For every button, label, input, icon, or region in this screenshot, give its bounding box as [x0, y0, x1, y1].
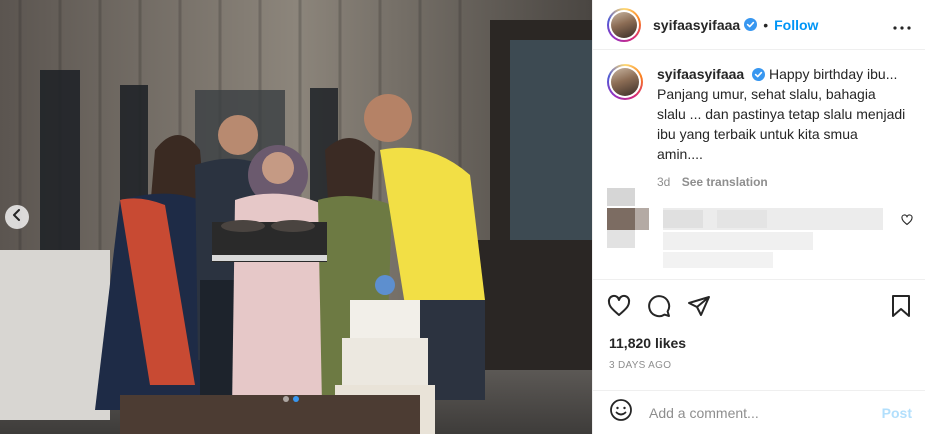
more-options-icon[interactable]: [893, 14, 911, 35]
heart-icon[interactable]: [607, 294, 631, 318]
author-username[interactable]: syifaasyifaaa: [653, 17, 740, 33]
follow-button[interactable]: Follow: [774, 17, 818, 33]
bookmark-icon[interactable]: [890, 294, 912, 318]
verified-badge-icon: [744, 18, 758, 31]
post-photo[interactable]: [0, 0, 592, 434]
likes-count[interactable]: 11,820 likes: [609, 335, 686, 351]
comment-input[interactable]: [649, 404, 882, 421]
emoji-icon[interactable]: [609, 398, 633, 427]
post-time[interactable]: 3 DAYS AGO: [609, 360, 671, 371]
carousel-dot: [283, 396, 289, 402]
post-header: syifaasyifaaa • Follow: [593, 0, 925, 50]
action-bar: [593, 279, 925, 331]
verified-badge-icon: [752, 68, 766, 81]
post-container: syifaasyifaaa • Follow syifaasyifaaa Hap…: [0, 0, 925, 434]
post-comment-button[interactable]: Post: [882, 405, 912, 421]
blurred-comment: [607, 188, 883, 268]
post-side-panel: syifaasyifaaa • Follow syifaasyifaaa Hap…: [592, 0, 925, 434]
comment-bar: Post: [593, 390, 925, 434]
photo-image: [0, 0, 592, 434]
carousel-prev-button[interactable]: [5, 205, 29, 229]
carousel-dot-active: [293, 396, 299, 402]
caption-age: 3d: [657, 175, 671, 189]
comment-icon[interactable]: [647, 294, 671, 318]
caption-avatar[interactable]: [607, 64, 643, 100]
author-avatar[interactable]: [607, 7, 641, 42]
share-icon[interactable]: [687, 294, 711, 318]
post-caption: syifaasyifaaa Happy birthday ibu... Panj…: [593, 50, 925, 192]
comment-like-icon[interactable]: [901, 213, 913, 231]
separator-dot: •: [763, 16, 769, 33]
see-translation-link[interactable]: See translation: [682, 175, 768, 189]
chevron-left-icon: [12, 208, 22, 226]
carousel-indicator: [283, 396, 299, 402]
caption-username[interactable]: syifaasyifaaa: [657, 66, 744, 82]
